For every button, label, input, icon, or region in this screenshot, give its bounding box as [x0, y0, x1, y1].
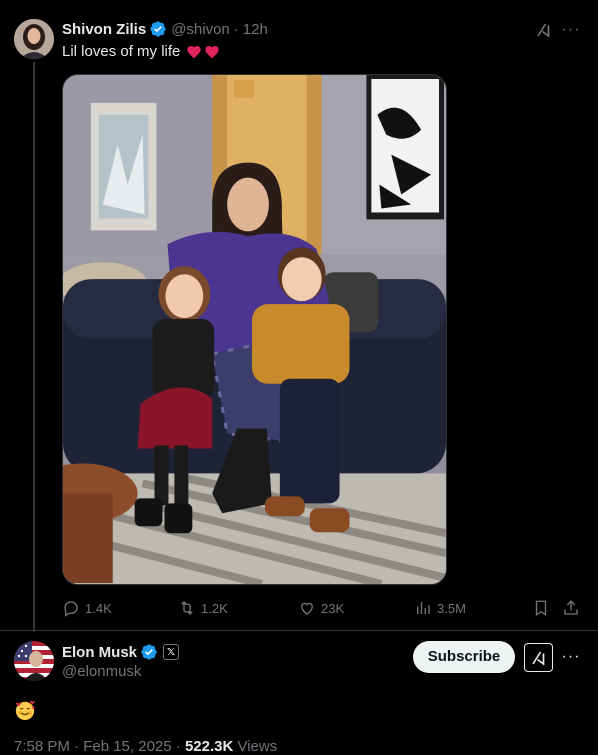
grok-button[interactable]: [524, 643, 553, 672]
author-handle[interactable]: @elonmusk: [62, 663, 141, 680]
grok-icon[interactable]: [535, 21, 553, 39]
reply-icon: [64, 601, 78, 617]
heart-icon: [187, 45, 202, 58]
reply-tweet[interactable]: Elon Musk 𝕏 @elonmusk Subscribe ··· 7:58…: [0, 631, 598, 755]
more-icon[interactable]: ···: [560, 647, 582, 667]
author-name[interactable]: Elon Musk: [62, 644, 137, 661]
tweet-actions: 1.4K 1.2K 23K 3.5M: [62, 597, 584, 619]
grok-icon: [531, 651, 544, 666]
hearts-emoji: [186, 44, 220, 60]
views-count: 522.3K: [184, 738, 234, 755]
more-icon[interactable]: ···: [560, 20, 582, 40]
author-avatar[interactable]: [14, 19, 54, 59]
thread-line: [33, 62, 35, 632]
subscribe-button[interactable]: Subscribe: [413, 641, 515, 673]
tweet-header: Elon Musk 𝕏: [62, 643, 180, 661]
heart-icon: [205, 45, 220, 58]
tweet-text: Lil loves of my life: [62, 43, 220, 60]
separator-dot: ·: [171, 738, 185, 755]
author-handle[interactable]: @shivon: [171, 21, 230, 38]
repost-count: 1.2K: [201, 600, 228, 616]
author-name[interactable]: Shivon Zilis: [62, 21, 146, 38]
like-button[interactable]: 23K: [298, 597, 344, 619]
bookmark-button[interactable]: [532, 597, 550, 619]
verified-badge-icon: [150, 21, 166, 37]
views-icon: [417, 602, 430, 614]
tweet-photo[interactable]: [62, 74, 447, 585]
tweet-time[interactable]: 12h: [243, 21, 268, 38]
like-count: 23K: [321, 600, 345, 616]
author-avatar[interactable]: [14, 641, 54, 681]
views-count: 3.5M: [437, 600, 466, 616]
x-affiliation-badge[interactable]: 𝕏: [163, 644, 180, 660]
smiling-face-with-hearts-emoji: [15, 700, 36, 721]
tweet-timestamp[interactable]: 7:58 PM · Feb 15, 2025: [14, 738, 172, 755]
share-button[interactable]: [562, 597, 580, 619]
views-label: Views: [233, 738, 278, 755]
reply-button[interactable]: 1.4K: [62, 597, 112, 619]
bookmark-icon: [535, 600, 547, 617]
views-button[interactable]: 3.5M: [414, 597, 466, 619]
tweet-meta: 7:58 PM · Feb 15, 2025 · 522.3K Views: [14, 738, 277, 755]
repost-icon: [181, 601, 193, 615]
share-icon: [564, 600, 578, 615]
tweet-text-content: Lil loves of my life: [62, 43, 181, 60]
verified-badge-icon: [141, 644, 157, 660]
like-icon: [301, 602, 313, 615]
repost-button[interactable]: 1.2K: [178, 597, 228, 619]
reply-count: 1.4K: [85, 600, 112, 616]
tweet-header: Shivon Zilis @shivon · 12h: [62, 20, 268, 38]
separator-dot: ·: [233, 20, 239, 38]
quoted-tweet[interactable]: Shivon Zilis @shivon · 12h ··· Lil loves…: [0, 0, 598, 632]
